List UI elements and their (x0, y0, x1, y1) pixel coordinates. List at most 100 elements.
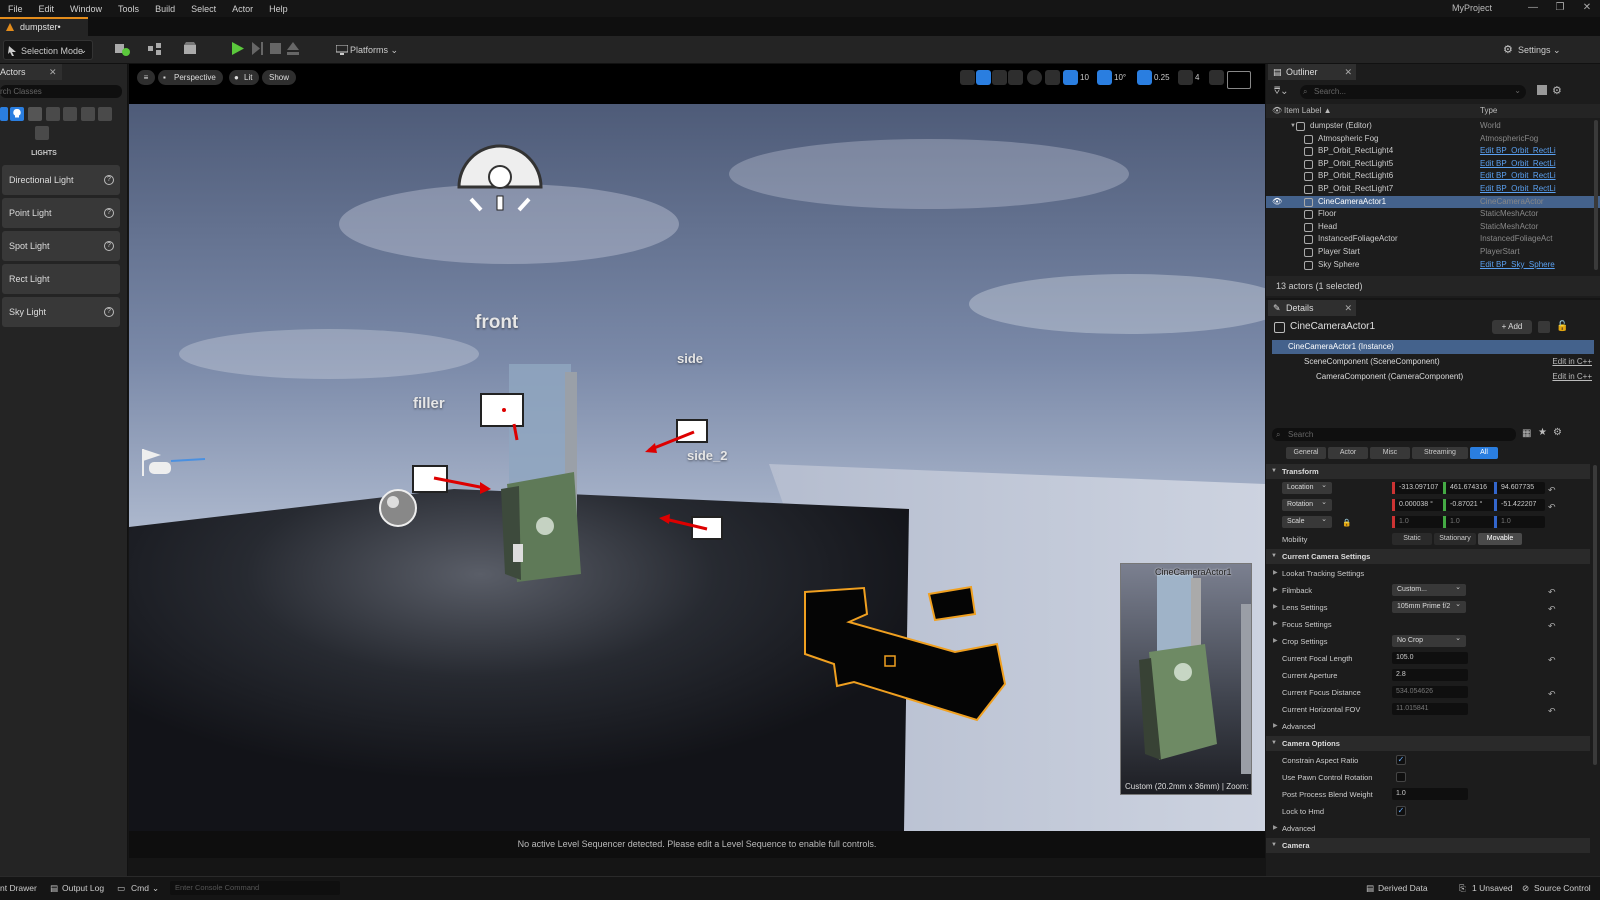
rotation-y-input[interactable]: -0.87021 ° (1446, 499, 1494, 511)
minimize-button[interactable]: — (1520, 2, 1546, 13)
menu-tools[interactable]: Tools (110, 1, 147, 17)
outliner-row[interactable]: Player Start PlayerStart (1266, 246, 1600, 259)
location-x-input[interactable]: -313.097107 (1395, 482, 1443, 494)
outliner-row[interactable]: BP_Orbit_RectLight7 Edit BP_Orbit_RectLi (1266, 183, 1600, 196)
filter-all[interactable]: All (1470, 447, 1498, 459)
component-camera[interactable]: CameraComponent (CameraComponent) Edit i… (1272, 370, 1594, 384)
outliner-row[interactable]: BP_Orbit_RectLight6 Edit BP_Orbit_RectLi (1266, 170, 1600, 183)
help-icon[interactable]: ? (104, 208, 114, 218)
rotation-dropdown[interactable]: Rotation (1282, 497, 1332, 511)
details-tab[interactable]: ✎ Details ✕ (1268, 300, 1356, 316)
favorite-star-icon[interactable]: ★ (1538, 427, 1547, 438)
filter-actor[interactable]: Actor (1328, 447, 1368, 459)
add-content-icon[interactable] (114, 42, 132, 56)
outliner-item-type[interactable]: Edit BP_Orbit_RectLi (1480, 158, 1556, 171)
menu-window[interactable]: Window (62, 1, 110, 17)
details-search-input[interactable]: ⌕ Search (1272, 428, 1516, 441)
selection-mode-dropdown[interactable]: Selection Mode ⌄ (3, 40, 93, 60)
cmd-dropdown[interactable]: Cmd (131, 877, 149, 899)
rotation-snap-icon[interactable] (1097, 70, 1112, 85)
layout-icon[interactable] (1227, 71, 1251, 89)
rotation-x-input[interactable]: 0.000038 ° (1395, 499, 1443, 511)
help-icon[interactable]: ? (104, 307, 114, 317)
stop-icon[interactable] (270, 43, 281, 54)
place-point-light[interactable]: Point Light ? (2, 198, 120, 228)
outliner-scrollbar[interactable] (1594, 120, 1598, 270)
world-space-icon[interactable] (1027, 70, 1042, 85)
location-z-input[interactable]: 94.607735 (1497, 482, 1545, 494)
camera-options-advanced-row[interactable]: Advanced (1266, 820, 1590, 837)
level-viewport[interactable]: ≡ ▪ Perspective ● Lit Show 10 10° 0.25 4 (129, 64, 1265, 858)
close-icon[interactable]: ✕ (1344, 64, 1352, 80)
outliner-row[interactable]: BP_Orbit_RectLight5 Edit BP_Orbit_RectLi (1266, 158, 1600, 171)
scale-dropdown[interactable]: Scale (1282, 514, 1332, 528)
type-column[interactable]: Type (1480, 104, 1497, 118)
lit-dropdown[interactable]: ● Lit (229, 70, 260, 85)
outliner-search-input[interactable]: ⌕ Search... ⌄ (1300, 85, 1526, 99)
cinematics-icon[interactable] (183, 42, 203, 56)
outliner-row[interactable]: Atmospheric Fog AtmosphericFog (1266, 133, 1600, 146)
help-icon[interactable]: ? (104, 241, 114, 251)
console-command-input[interactable]: Enter Console Command (170, 881, 340, 895)
maximize-viewport-icon[interactable] (1209, 70, 1224, 85)
lock-icon[interactable]: 🔓 (1556, 321, 1568, 332)
lock-hmd-checkbox[interactable]: ✓ (1396, 806, 1406, 816)
visibility-eye-icon[interactable]: 👁 (1272, 196, 1282, 209)
pp-blend-input[interactable]: 1.0 (1392, 788, 1468, 800)
scale-snap-icon[interactable] (1137, 70, 1152, 85)
focal-length-input[interactable]: 105.0 (1392, 652, 1468, 664)
location-dropdown[interactable]: Location (1282, 480, 1332, 494)
platforms-dropdown[interactable]: Platforms ⌄ (336, 40, 406, 60)
component-root[interactable]: CineCameraActor1 (Instance) (1272, 340, 1594, 354)
outliner-row[interactable]: 👁 CineCameraActor1 CineCameraActor (1266, 195, 1600, 209)
camera-speed-icon[interactable] (1178, 70, 1193, 85)
select-tool-icon[interactable] (960, 70, 975, 85)
outliner-tab[interactable]: ▤ Outliner ✕ (1268, 64, 1356, 80)
place-sky-light[interactable]: Sky Light ? (2, 297, 120, 327)
menu-actor[interactable]: Actor (224, 1, 261, 17)
cinematic-category-icon[interactable] (46, 107, 60, 121)
eject-icon[interactable] (287, 42, 299, 55)
reflection-sphere-gizmo[interactable] (379, 489, 417, 527)
add-component-button[interactable]: + Add (1492, 320, 1532, 334)
mobility-movable[interactable]: Movable (1478, 533, 1522, 545)
all-classes-category-icon[interactable] (98, 107, 112, 121)
scale-y-input[interactable]: 1.0 (1446, 516, 1494, 528)
outliner-row[interactable]: Head StaticMeshActor (1266, 221, 1600, 234)
focus-label[interactable]: Focus Settings (1273, 616, 1332, 633)
derived-data-button[interactable]: Derived Data (1378, 877, 1428, 899)
outliner-item-type[interactable]: Edit BP_Sky_Sphere (1480, 259, 1555, 272)
close-window-button[interactable]: ✕ (1574, 2, 1600, 13)
crop-label[interactable]: Crop Settings (1273, 633, 1328, 650)
pawn-rotation-checkbox[interactable] (1396, 772, 1406, 782)
outliner-row[interactable]: BP_Orbit_RectLight4 Edit BP_Orbit_RectLi (1266, 145, 1600, 158)
scale-x-input[interactable]: 1.0 (1395, 516, 1443, 528)
menu-build[interactable]: Build (147, 1, 183, 17)
level-tab[interactable]: dumpster• (0, 17, 88, 36)
unsaved-button[interactable]: 1 Unsaved (1472, 877, 1513, 899)
constrain-aspect-checkbox[interactable]: ✓ (1396, 755, 1406, 765)
help-icon[interactable]: ? (104, 175, 114, 185)
outliner-row[interactable]: ▼ dumpster (Editor) World (1266, 120, 1600, 133)
recent-category-icon[interactable] (0, 107, 8, 121)
source-control-button[interactable]: Source Control (1534, 877, 1591, 899)
camera-settings-advanced-row[interactable]: Advanced (1266, 718, 1590, 735)
filter-icon[interactable]: ⩢⌄ (1274, 86, 1288, 97)
step-icon[interactable] (252, 42, 264, 55)
details-settings-icon[interactable]: ⚙ (1553, 427, 1562, 438)
scale-tool-icon[interactable] (1008, 70, 1023, 85)
camera-speed-value[interactable]: 4 (1195, 70, 1199, 85)
settings-dropdown[interactable]: ⚙ Settings ⌄ (1503, 40, 1593, 60)
filter-general[interactable]: General (1286, 447, 1326, 459)
crop-dropdown[interactable]: No Crop (1392, 633, 1466, 647)
edit-in-cpp-link[interactable]: Edit in C++ (1552, 370, 1592, 384)
volumes-category-icon[interactable] (81, 107, 95, 121)
mobility-static[interactable]: Static (1392, 533, 1432, 545)
filmback-dropdown[interactable]: Custom... (1392, 582, 1466, 596)
scale-lock-icon[interactable]: 🔒 (1342, 514, 1351, 531)
scale-z-input[interactable]: 1.0 (1497, 516, 1545, 528)
close-icon[interactable]: ✕ (49, 64, 57, 80)
filter-misc[interactable]: Misc (1370, 447, 1410, 459)
outliner-settings-icon[interactable]: ⚙ (1552, 84, 1562, 97)
content-drawer-button[interactable]: nt Drawer (0, 877, 37, 899)
